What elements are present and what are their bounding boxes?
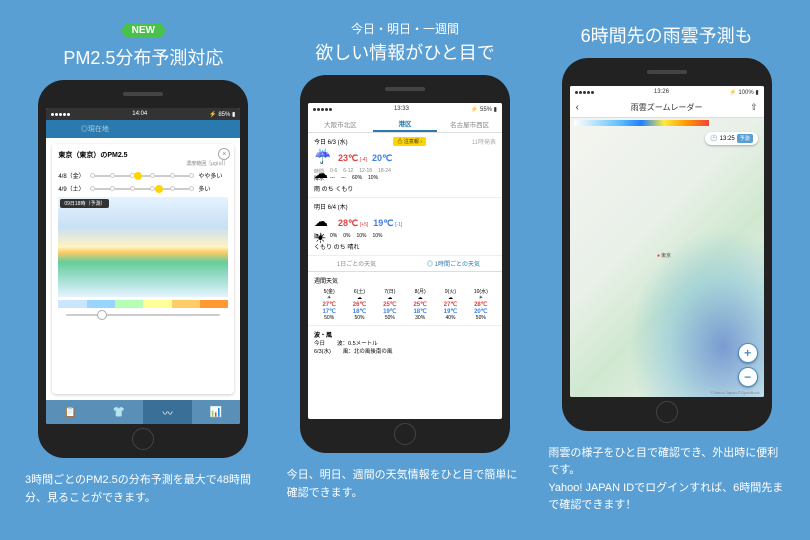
- col-radar: 6時間先の雨雲予測も 13:26 ⚡ 100% ▮ ‹ 雨雲ズームレーダー ⇧ …: [548, 20, 785, 515]
- view-tab-hourly[interactable]: ◎ 1時間ごとの天気: [405, 256, 502, 271]
- loc-tab-2[interactable]: 名古屋市西区: [437, 115, 502, 132]
- week-section: 週間天気 5(金)☀27℃17℃50%6(土)☁26℃18℃50%7(日)☁25…: [308, 272, 502, 325]
- status-battery-3: ⚡ 100% ▮: [729, 89, 758, 96]
- status-time: 14:04: [132, 111, 147, 117]
- loc-tab-1[interactable]: 港区: [373, 115, 438, 132]
- week-day: 9(火)☁27℃19℃40%: [435, 288, 465, 321]
- zoom-controls: + −: [738, 343, 758, 387]
- week-day: 7(日)☁25℃19℃50%: [375, 288, 405, 321]
- title-2: 欲しい情報がひと目で: [315, 39, 494, 65]
- tomorrow-desc: くもり のち 晴れ: [314, 242, 496, 251]
- phone-1: 14:04 ⚡ 85% ▮ ◎現在地 × 東京（東京）のPM2.5 濃度範囲［μ…: [38, 80, 248, 458]
- week-day: 5(金)☀27℃17℃50%: [314, 288, 344, 321]
- pm-scale: [58, 300, 228, 308]
- tomorrow-date: 明日 6/4 (木): [314, 202, 348, 211]
- title-1: PM2.5分布予測対応: [63, 44, 223, 70]
- bottom-tabs: 📋 👕 〰 📊: [46, 400, 240, 424]
- screen-3: 13:26 ⚡ 100% ▮ ‹ 雨雲ズームレーダー ⇧ 🕐 13:25 予測 …: [570, 86, 764, 397]
- map-copyright: ©Yahoo Japan,©OpenBook: [710, 390, 759, 395]
- tab-icon-1[interactable]: 📋: [46, 400, 95, 424]
- week-day: 10(水)☀28℃20℃50%: [466, 288, 496, 321]
- tomorrow-weather-icon: ☁☀: [314, 213, 334, 233]
- pm-location: 東京（東京）のPM2.5: [58, 150, 228, 160]
- pm-card: × 東京（東京）のPM2.5 濃度範囲［μg/㎥］ 4/8（金） やや多い 4/…: [52, 144, 234, 394]
- close-icon[interactable]: ×: [218, 148, 230, 160]
- week-day: 6(土)☁26℃18℃50%: [344, 288, 374, 321]
- today-date: 今日 6/3 (水): [314, 137, 348, 146]
- nav-title: 雨雲ズームレーダー: [631, 102, 703, 113]
- status-battery: ⚡ 85% ▮: [209, 111, 235, 118]
- statusbar-1: 14:04 ⚡ 85% ▮: [46, 108, 240, 120]
- col-forecast: 今日・明日・一週間 欲しい情報がひと目で 13:33 ⚡ 55% ▮ 大阪市北区…: [287, 20, 524, 515]
- pm-date-0: 4/8（金）: [58, 171, 90, 180]
- week-day: 8(月)☁25℃18℃30%: [405, 288, 435, 321]
- wave-section: 波・風 今日波：0.5メートル 6/3(水)風：北の風後南の風: [308, 325, 502, 359]
- pm-level-0: やや多い: [198, 171, 228, 180]
- week-grid: 5(金)☀27℃17℃50%6(土)☁26℃18℃50%7(日)☁25℃19℃5…: [314, 288, 496, 321]
- new-badge: NEW: [122, 23, 165, 38]
- status-time-3: 13:26: [654, 89, 669, 95]
- today-desc: 雨 のち くもり: [314, 184, 496, 193]
- view-tab-daily[interactable]: 1日ごとの天気: [308, 256, 405, 271]
- pm-map[interactable]: 09日18時（予測）: [58, 197, 228, 297]
- pm-row-1: 4/9（土） 多い: [58, 184, 228, 193]
- city-tokyo: 東京: [657, 252, 671, 259]
- tab-icon-2[interactable]: 👕: [95, 400, 144, 424]
- statusbar-3: 13:26 ⚡ 100% ▮: [570, 86, 764, 98]
- pm-slider-1[interactable]: [90, 188, 194, 190]
- pm-slider-0[interactable]: [90, 175, 194, 177]
- loc-tab-0[interactable]: 大阪市北区: [308, 115, 373, 132]
- pm-level-1: 多い: [198, 184, 228, 193]
- subtitle-2: 今日・明日・一週間: [315, 20, 494, 37]
- view-tabs: 1日ごとの天気 ◎ 1時間ごとの天気: [308, 256, 502, 272]
- desc-3: 雨雲の様子をひと目で確認でき、外出時に便利です。 Yahoo! JAPAN ID…: [548, 445, 785, 515]
- header-3: 6時間先の雨雲予測も: [581, 20, 753, 48]
- pm-tabs: ◎現在地: [46, 120, 240, 138]
- alert-badge[interactable]: ⚠ 注意報 ›: [393, 137, 425, 146]
- desc-1: 3時間ごとのPM2.5の分布予測を最大で48時間分、見ることができます。: [25, 472, 262, 507]
- col-pm25: NEW PM2.5分布予測対応 14:04 ⚡ 85% ▮ ◎現在地 × 東京（…: [25, 20, 262, 515]
- share-icon[interactable]: ⇧: [750, 102, 758, 113]
- week-title: 週間天気: [314, 276, 496, 285]
- timeline[interactable]: [58, 308, 228, 322]
- screen-1: 14:04 ⚡ 85% ▮ ◎現在地 × 東京（東京）のPM2.5 濃度範囲［μ…: [46, 108, 240, 424]
- navbar-3: ‹ 雨雲ズームレーダー ⇧: [570, 98, 764, 118]
- status-time-2: 13:33: [394, 106, 409, 112]
- tab-icon-4[interactable]: 📊: [192, 400, 241, 424]
- header-1: NEW PM2.5分布予測対応: [63, 20, 223, 70]
- tomorrow-section: 明日 6/4 (木) ☁☀ 28℃ [+5] 19℃ [-1] 降水 0%0%1…: [308, 198, 502, 256]
- wave-title: 波・風: [314, 330, 496, 339]
- forecast-button[interactable]: 予測: [737, 134, 753, 143]
- today-lo: 20℃: [372, 153, 392, 163]
- zoom-in-button[interactable]: +: [738, 343, 758, 363]
- back-icon[interactable]: ‹: [576, 102, 579, 113]
- phone-2: 13:33 ⚡ 55% ▮ 大阪市北区 港区 名古屋市西区 今日 6/3 (水)…: [300, 75, 510, 453]
- tab-icon-3[interactable]: 〰: [143, 400, 192, 424]
- pm-date-1: 4/9（土）: [58, 184, 90, 193]
- today-section: 今日 6/3 (水) ⚠ 注意報 › 11時発表 ☔☁ 23℃ [-4] 20℃…: [308, 133, 502, 198]
- today-weather-icon: ☔☁: [314, 148, 334, 168]
- update-time: 11時発表: [472, 137, 496, 146]
- radar-map[interactable]: 🕐 13:25 予測 東京 + − ©Yahoo Japan,©OpenBook: [570, 118, 764, 397]
- title-3: 6時間先の雨雲予測も: [581, 22, 753, 48]
- pm-map-label: 09日18時（予測）: [60, 199, 109, 208]
- desc-2: 今日、明日、週間の天気情報をひと目で簡単に確認できます。: [287, 467, 524, 502]
- zoom-out-button[interactable]: −: [738, 367, 758, 387]
- status-battery-2: ⚡ 55% ▮: [471, 106, 497, 113]
- pm-tab-current[interactable]: ◎現在地: [46, 120, 143, 138]
- header-2: 今日・明日・一週間 欲しい情報がひと目で: [315, 20, 494, 65]
- phone-3: 13:26 ⚡ 100% ▮ ‹ 雨雲ズームレーダー ⇧ 🕐 13:25 予測 …: [562, 58, 772, 431]
- screen-2: 13:33 ⚡ 55% ▮ 大阪市北区 港区 名古屋市西区 今日 6/3 (水)…: [308, 103, 502, 419]
- pm-tab-other[interactable]: [143, 120, 240, 138]
- today-hi: 23℃: [338, 153, 358, 163]
- map-time-chip[interactable]: 🕐 13:25 予測: [705, 132, 758, 145]
- pm-row-0: 4/8（金） やや多い: [58, 171, 228, 180]
- radar-legend: [574, 120, 710, 126]
- statusbar-2: 13:33 ⚡ 55% ▮: [308, 103, 502, 115]
- pm-unit: 濃度範囲［μg/㎥］: [58, 160, 228, 167]
- location-tabs: 大阪市北区 港区 名古屋市西区: [308, 115, 502, 133]
